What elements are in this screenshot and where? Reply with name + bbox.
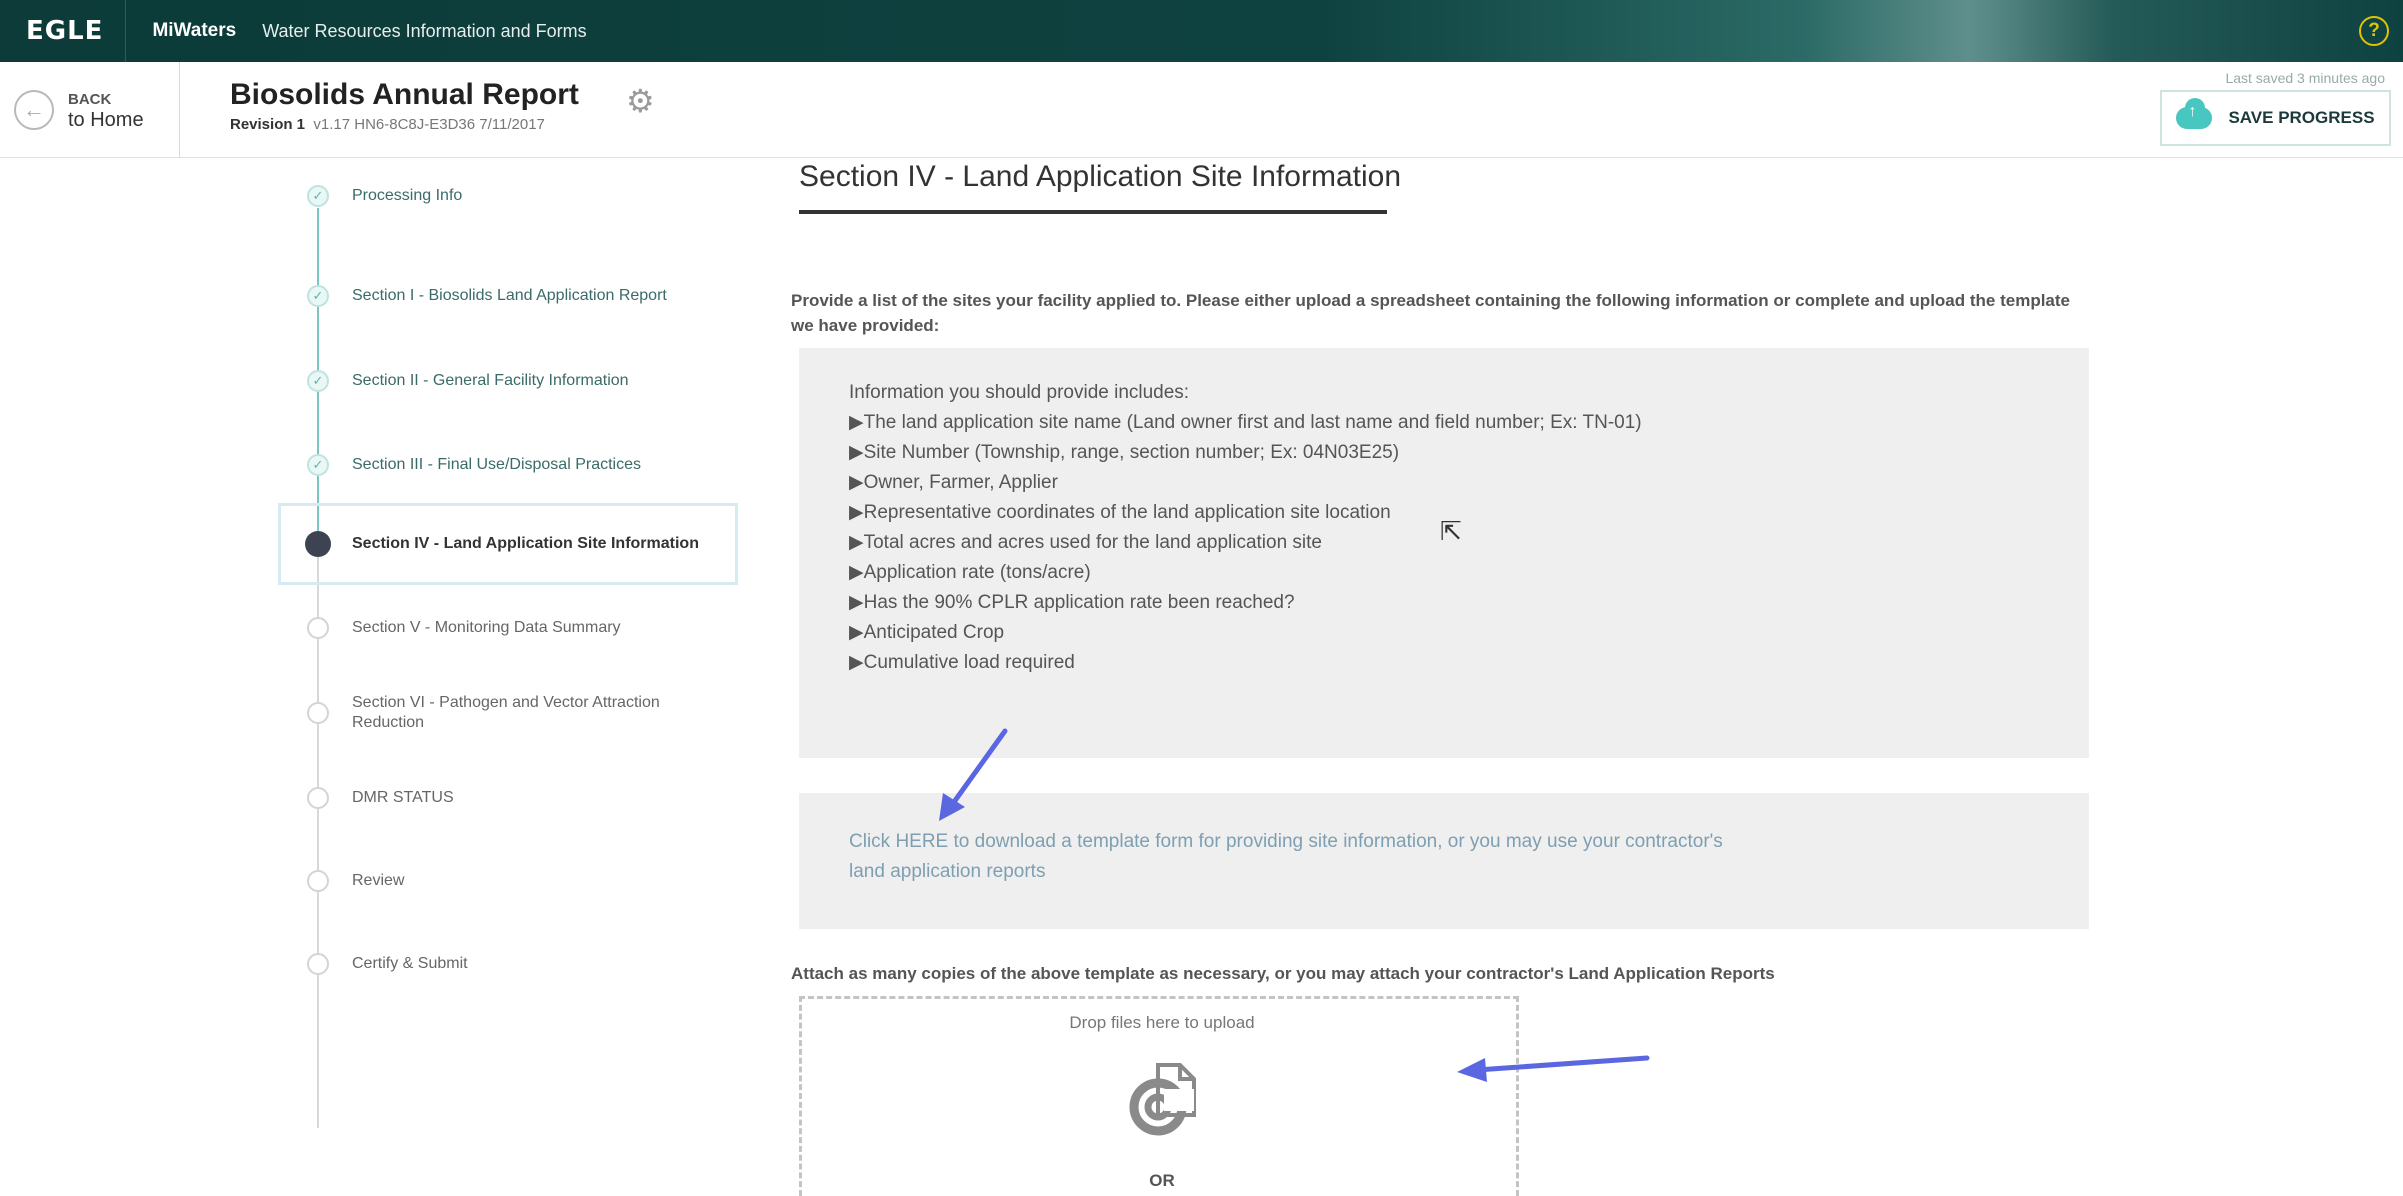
drop-files-label: Drop files here to upload (1069, 1013, 1255, 1032)
step-label: Section IV - Land Application Site Infor… (352, 535, 699, 552)
or-separator: OR (1149, 1171, 1175, 1190)
info-item: ▶Representative coordinates of the land … (849, 502, 1391, 523)
report-title: Biosolids Annual Report (230, 78, 579, 111)
info-panel: Information you should provide includes:… (799, 348, 2089, 758)
step-label: DMR STATUS (352, 789, 454, 806)
intro-text: Provide a list of the sites your facilit… (791, 291, 2070, 335)
step-label: Section V - Monitoring Data Summary (352, 619, 621, 636)
empty-circle-icon (307, 702, 329, 724)
save-progress-label: SAVE PROGRESS (2228, 108, 2375, 127)
check-icon: ✓ (307, 370, 329, 392)
step-label: Review (352, 872, 405, 889)
egle-logo[interactable]: EGLE (26, 16, 103, 46)
back-arrow-icon: ← (14, 90, 54, 130)
info-item: ▶The land application site name (Land ow… (849, 412, 1642, 433)
app-name[interactable]: MiWaters (152, 20, 236, 42)
top-navigation-bar: EGLE MiWaters Water Resources Informatio… (0, 0, 2403, 62)
attach-instructions: Attach as many copies of the above templ… (791, 964, 1775, 983)
topbar-divider (125, 0, 127, 62)
cloud-upload-icon (2176, 98, 2213, 129)
empty-circle-icon (307, 953, 329, 975)
step-label: Processing Info (352, 187, 463, 204)
report-header: ← BACK to Home Biosolids Annual Report R… (0, 62, 2403, 158)
check-icon: ✓ (307, 185, 329, 207)
report-version-info: v1.17 HN6-8C8J-E3D36 7/11/2017 (313, 116, 545, 133)
file-drop-zone[interactable]: Drop files here to upload OR (799, 996, 1519, 1196)
mouse-cursor-icon: ⇱ (1440, 516, 1462, 546)
info-item: ▶Cumulative load required (849, 652, 1075, 673)
info-item: ▶Owner, Farmer, Applier (849, 472, 1058, 493)
info-item: ▶Application rate (tons/acre) (849, 562, 1091, 583)
info-item: ▶Anticipated Crop (849, 622, 1005, 643)
info-list: Information you should provide includes:… (849, 378, 1709, 678)
check-icon: ✓ (307, 285, 329, 307)
app-subtitle: Water Resources Information and Forms (262, 20, 587, 41)
download-template-link[interactable]: Click HERE to download a template form f… (849, 827, 1749, 887)
empty-circle-icon (307, 787, 329, 809)
empty-circle-icon (307, 617, 329, 639)
back-label: BACK (68, 91, 112, 108)
step-label: Section III - Final Use/Disposal Practic… (352, 456, 641, 473)
current-step-icon (305, 531, 331, 557)
back-text: BACK to Home (68, 90, 144, 130)
info-item: ▶Has the 90% CPLR application rate been … (849, 592, 1295, 613)
check-icon: ✓ (307, 454, 329, 476)
info-item: ▶Total acres and acres used for the land… (849, 532, 1322, 553)
empty-circle-icon (307, 870, 329, 892)
step-label: Section I - Biosolids Land Application R… (352, 287, 667, 304)
save-progress-button[interactable]: SAVE PROGRESS (2160, 90, 2391, 146)
upload-file-icon (1129, 1063, 1196, 1136)
revision-label: Revision 1 (230, 116, 306, 133)
last-saved-text: Last saved 3 minutes ago (2225, 70, 2385, 86)
step-label: Section VI - Pathogen and Vector Attract… (352, 694, 660, 731)
step-label: Section II - General Facility Informatio… (352, 372, 629, 389)
info-heading: Information you should provide includes: (849, 382, 1190, 403)
section-title-underline (799, 210, 1387, 214)
report-meta: Revision 1 v1.17 HN6-8C8J-E3D36 7/11/201… (230, 116, 545, 133)
step-label: Certify & Submit (352, 955, 468, 972)
help-icon[interactable]: ? (2359, 16, 2389, 46)
section-title: Section IV - Land Application Site Infor… (799, 160, 1402, 193)
info-item: ▶Site Number (Township, range, section n… (849, 442, 1400, 463)
annotation-arrow-icon (939, 728, 1008, 821)
to-home-label: to Home (68, 109, 144, 131)
annotation-arrow-icon (1457, 1055, 1650, 1082)
back-to-home-button[interactable]: ← BACK to Home (0, 62, 180, 158)
gear-icon[interactable]: ⚙ (626, 82, 655, 120)
